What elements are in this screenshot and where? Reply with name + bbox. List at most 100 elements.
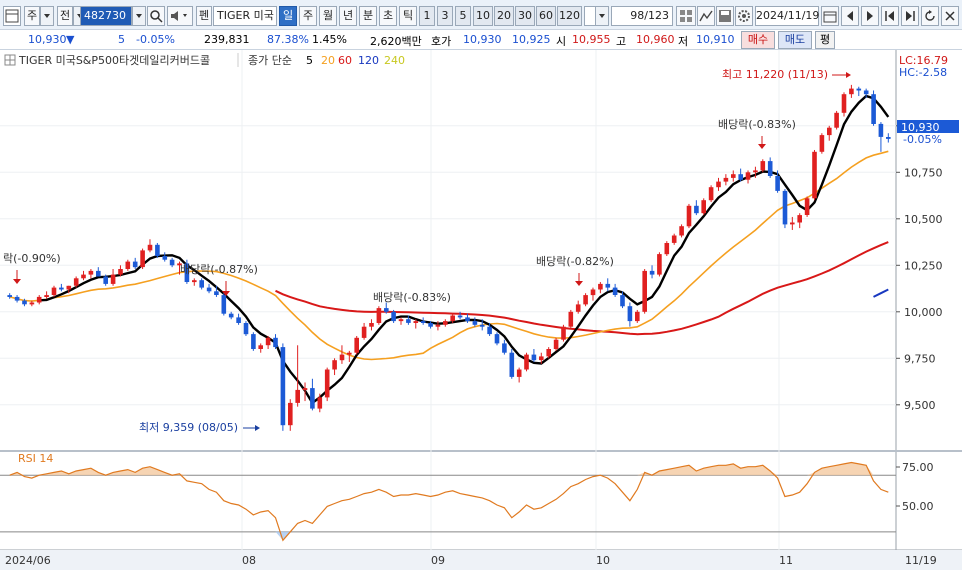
grid-icon[interactable]: [676, 6, 696, 26]
code-dropdown-icon[interactable]: [132, 6, 146, 26]
candle-body: [539, 356, 544, 361]
price-tick-label: 10,500: [904, 213, 943, 226]
drawing-tool-icon[interactable]: [697, 6, 715, 26]
candle-body: [649, 270, 655, 275]
gear-icon[interactable]: [735, 6, 753, 26]
market-select[interactable]: 전: [57, 6, 73, 26]
candle-body: [524, 354, 529, 370]
high-price: 10,960: [636, 33, 675, 46]
prev-arrow-icon[interactable]: [841, 6, 859, 26]
candle-body: [398, 319, 404, 322]
interval-60-button[interactable]: 60: [536, 6, 556, 26]
chart-area[interactable]: TIGER 미국S&P500타겟데일리커버드콜 종가 단순 5 20 60 12…: [0, 50, 962, 570]
candle-body: [51, 287, 57, 295]
candle-body: [716, 181, 721, 188]
rsi-tick-50: 50.00: [902, 500, 934, 513]
candle-body: [406, 319, 411, 323]
period-second-tab[interactable]: 초: [379, 6, 397, 26]
period-day-tab[interactable]: 일: [279, 6, 297, 26]
interval-1-button[interactable]: 1: [419, 6, 435, 26]
interval-120-button[interactable]: 120: [557, 6, 582, 26]
candle-body: [369, 323, 374, 327]
last-page-icon[interactable]: [901, 6, 919, 26]
candle-body: [361, 326, 367, 338]
high-annotation: 최고 11,220 (11/13): [722, 68, 828, 81]
refresh-icon[interactable]: [921, 6, 939, 26]
first-page-icon[interactable]: [881, 6, 899, 26]
candle-body: [384, 308, 389, 312]
candle-body: [324, 369, 330, 398]
candle-body: [812, 151, 817, 199]
type-select[interactable]: 주: [24, 6, 40, 26]
candle-body: [435, 324, 441, 327]
candle-body: [479, 324, 485, 327]
ratio1: 87.38%: [267, 33, 309, 46]
candle-body: [465, 317, 470, 322]
candle-body: [790, 222, 795, 225]
interval-3-button[interactable]: 3: [437, 6, 453, 26]
buy-button[interactable]: 매수: [741, 31, 775, 49]
x-label-4: 11: [779, 554, 793, 567]
period-year-tab[interactable]: 년: [339, 6, 357, 26]
x-label-2: 09: [431, 554, 445, 567]
candle-body: [192, 280, 197, 283]
candle-body: [620, 295, 625, 307]
type-dropdown-icon[interactable]: [40, 6, 54, 26]
speaker-icon[interactable]: [167, 6, 193, 26]
candle-body: [546, 349, 551, 357]
hoga-label: 호가: [431, 35, 452, 48]
candle-body: [827, 127, 832, 136]
pen-button[interactable]: 펜: [196, 6, 212, 26]
dividend-annotation-2: 배당락(-0.87%): [180, 263, 258, 276]
candle-body: [583, 295, 588, 305]
candle-body: [841, 94, 847, 113]
candle-body: [834, 112, 839, 128]
sell-button[interactable]: 매도: [778, 31, 812, 49]
stock-name-field[interactable]: TIGER 미국: [213, 6, 277, 26]
open-price: 10,955: [572, 33, 611, 46]
candle-body: [686, 205, 692, 227]
menu-icon[interactable]: [3, 6, 21, 26]
candle-body: [553, 339, 559, 349]
candle-body: [103, 276, 108, 284]
calendar-icon[interactable]: [821, 6, 839, 26]
candle-body: [147, 244, 153, 251]
period-week-tab[interactable]: 주: [299, 6, 317, 26]
price-chart[interactable]: TIGER 미국S&P500타겟데일리커버드콜 종가 단순 5 20 60 12…: [0, 50, 962, 570]
ratio2: 1.45%: [312, 33, 347, 46]
candle-body: [29, 302, 35, 305]
avg-button[interactable]: 평: [815, 31, 835, 49]
search-icon[interactable]: [147, 6, 165, 26]
rsi-tick-75: 75.00: [902, 461, 934, 474]
interval-10-button[interactable]: 10: [473, 6, 493, 26]
candle-body: [317, 397, 323, 409]
save-icon[interactable]: [716, 6, 734, 26]
code-input[interactable]: 482730: [80, 6, 132, 26]
candle-body: [745, 172, 751, 180]
x-label-0: 2024/06: [5, 554, 51, 567]
period-month-tab[interactable]: 월: [319, 6, 337, 26]
close-icon[interactable]: [941, 6, 959, 26]
interval-20-button[interactable]: 20: [494, 6, 514, 26]
date-input[interactable]: 2024/11/19: [755, 6, 819, 26]
candle-body: [694, 205, 699, 214]
period-tick-tab[interactable]: 틱: [399, 6, 417, 26]
interval-dropdown-icon[interactable]: [595, 6, 609, 26]
legend-symbol-name: TIGER 미국S&P500타겟데일리커버드콜: [18, 53, 210, 67]
interval-5-button[interactable]: 5: [455, 6, 471, 26]
interval-30-button[interactable]: 30: [515, 6, 535, 26]
candle-body: [878, 123, 884, 137]
period-minute-tab[interactable]: 분: [359, 6, 377, 26]
next-arrow-icon[interactable]: [861, 6, 879, 26]
candle-body: [679, 226, 684, 236]
candle-body: [96, 270, 101, 277]
candle-body: [413, 321, 419, 323]
candle-body: [753, 170, 758, 173]
candle-body: [310, 388, 315, 409]
trade-amount: 2,620백만: [370, 35, 422, 48]
candle-body: [59, 287, 64, 290]
legend-ma5: 5: [306, 54, 313, 67]
legend-ma120: 120: [358, 54, 379, 67]
candle-body: [849, 88, 854, 95]
candle-body: [295, 389, 300, 403]
